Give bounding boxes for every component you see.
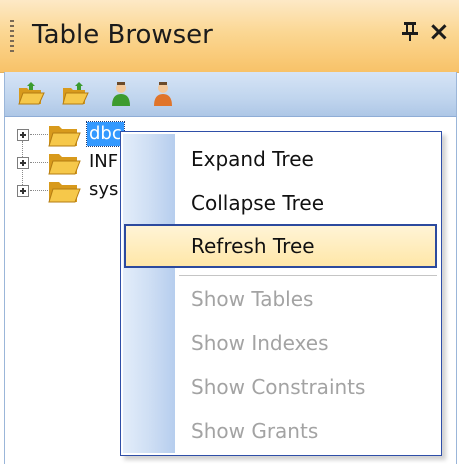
menu-item-label: Show Tables (191, 287, 314, 311)
expand-plus-icon[interactable] (17, 129, 29, 141)
menu-separator (179, 275, 437, 276)
folder-icon (47, 178, 81, 204)
user-orange-icon[interactable] (149, 80, 177, 108)
menu-item-refresh-tree[interactable]: Refresh Tree (124, 224, 437, 268)
panel-title-bar[interactable]: Table Browser × (0, 0, 459, 73)
menu-item-show-indexes[interactable]: Show Indexes (123, 321, 439, 365)
pin-icon[interactable] (401, 20, 419, 48)
drag-grip-icon[interactable] (10, 20, 14, 52)
menu-item-label: Show Indexes (191, 331, 329, 355)
toolbar (4, 72, 457, 117)
panel-title: Table Browser (32, 20, 213, 50)
tree-node-label[interactable]: INF (87, 150, 120, 174)
menu-item-label: Refresh Tree (191, 234, 315, 258)
menu-item-show-grants[interactable]: Show Grants (123, 409, 439, 453)
expand-plus-icon[interactable] (17, 157, 29, 169)
menu-item-show-constraints[interactable]: Show Constraints (123, 365, 439, 409)
user-green-icon[interactable] (107, 80, 135, 108)
context-menu: Expand Tree Collapse Tree Refresh Tree S… (120, 131, 442, 456)
folder-icon[interactable] (61, 80, 89, 108)
menu-item-label: Show Grants (191, 419, 319, 443)
menu-item-label: Show Constraints (191, 375, 366, 399)
expand-plus-icon[interactable] (17, 185, 29, 197)
folder-icon (47, 150, 81, 176)
tree-node-label[interactable]: sys (87, 178, 120, 202)
menu-item-show-tables[interactable]: Show Tables (123, 277, 439, 321)
close-icon[interactable]: × (428, 17, 450, 47)
menu-item-label: Expand Tree (191, 147, 314, 171)
open-folder-icon[interactable] (17, 80, 45, 108)
table-browser-panel: Table Browser × dbc INF sys Expand Tree … (0, 0, 459, 464)
menu-item-expand-tree[interactable]: Expand Tree (123, 137, 439, 181)
tree-node-label[interactable]: dbc (86, 121, 125, 147)
menu-item-collapse-tree[interactable]: Collapse Tree (123, 181, 439, 225)
menu-item-label: Collapse Tree (191, 191, 325, 215)
folder-icon (47, 122, 81, 148)
